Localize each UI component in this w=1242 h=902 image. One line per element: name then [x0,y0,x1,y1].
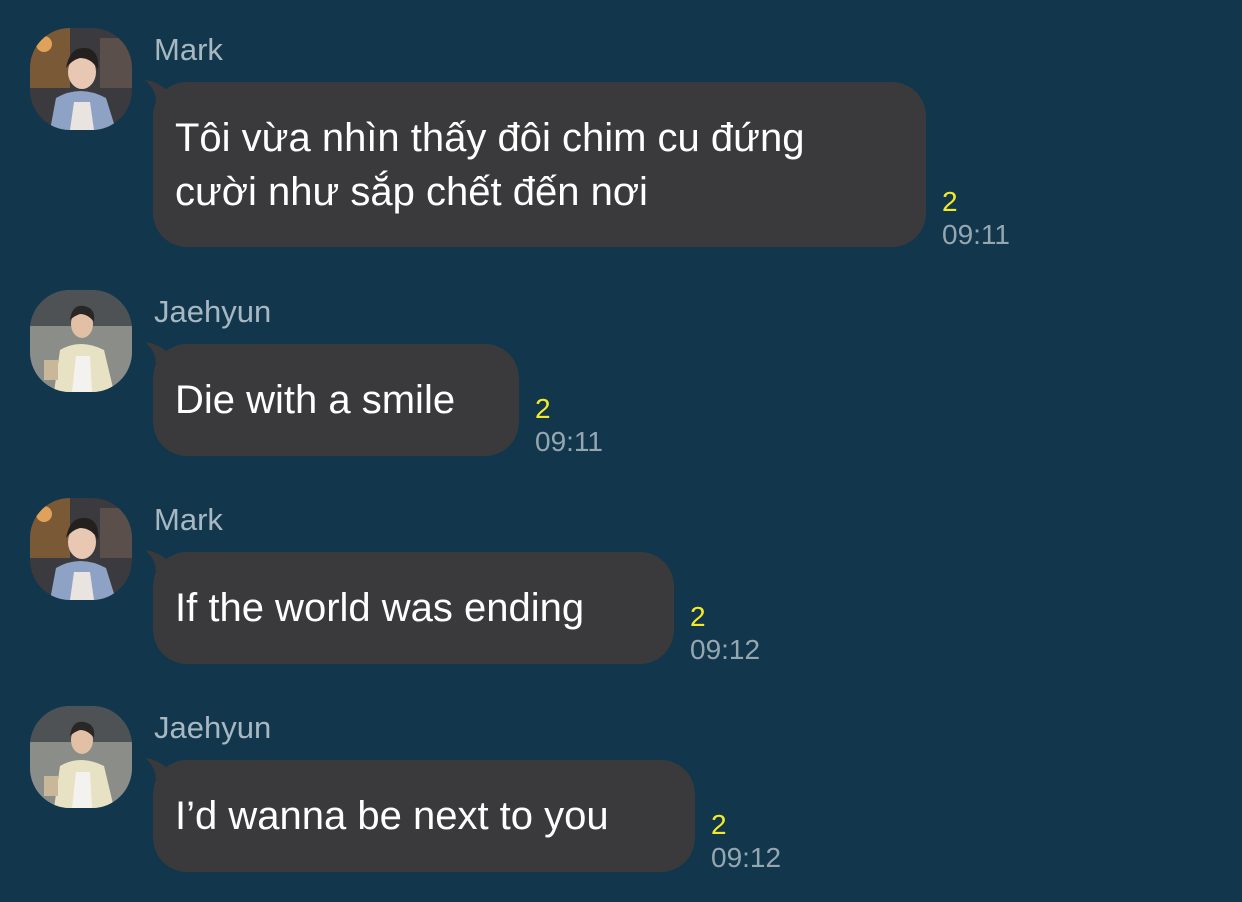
bubble-tail [145,80,175,108]
sender-name: Mark [154,32,223,67]
chat-message-list[interactable]: Mark Tôi vừa nhìn thấy đôi chim cu đứng … [0,0,1242,902]
message-text: Tôi vừa nhìn thấy đôi chim cu đứng cười … [175,115,805,214]
avatar-mark[interactable] [30,28,132,130]
message-text: I’d wanna be next to you [175,794,609,838]
message-meta: 2 09:12 [690,601,760,667]
message-text: Die with a smile [175,378,456,422]
message-meta: 2 09:11 [535,393,603,459]
bubble-tail [145,342,175,370]
sender-name: Jaehyun [154,710,272,745]
jaehyun-profile-photo-icon [30,706,132,808]
mark-profile-photo-icon [30,498,132,600]
avatar-jaehyun[interactable] [30,706,132,808]
message-bubble[interactable]: If the world was ending [145,550,674,664]
bubble-tail [145,550,175,578]
unread-count: 2 [942,186,958,217]
message-meta: 2 09:11 [942,186,1010,252]
message-time: 09:11 [942,219,1010,250]
message-time: 09:12 [690,634,761,665]
message-bubble[interactable]: Tôi vừa nhìn thấy đôi chim cu đứng cười … [145,80,926,247]
unread-count: 2 [690,601,706,632]
mark-profile-photo-icon [30,28,132,130]
sender-name: Mark [154,502,223,537]
unread-count: 2 [535,393,551,424]
sender-name: Jaehyun [154,294,272,329]
message-time: 09:11 [535,426,603,457]
message-bubble[interactable]: Die with a smile [145,342,519,456]
avatar-mark[interactable] [30,498,132,600]
message-time: 09:12 [711,842,782,873]
avatar-jaehyun[interactable] [30,290,132,392]
bubble-tail [145,758,175,786]
message-bubble[interactable]: I’d wanna be next to you [145,758,695,872]
message-meta: 2 09:12 [711,809,781,875]
unread-count: 2 [711,809,727,840]
message-text: If the world was ending [175,586,585,630]
jaehyun-profile-photo-icon [30,290,132,392]
